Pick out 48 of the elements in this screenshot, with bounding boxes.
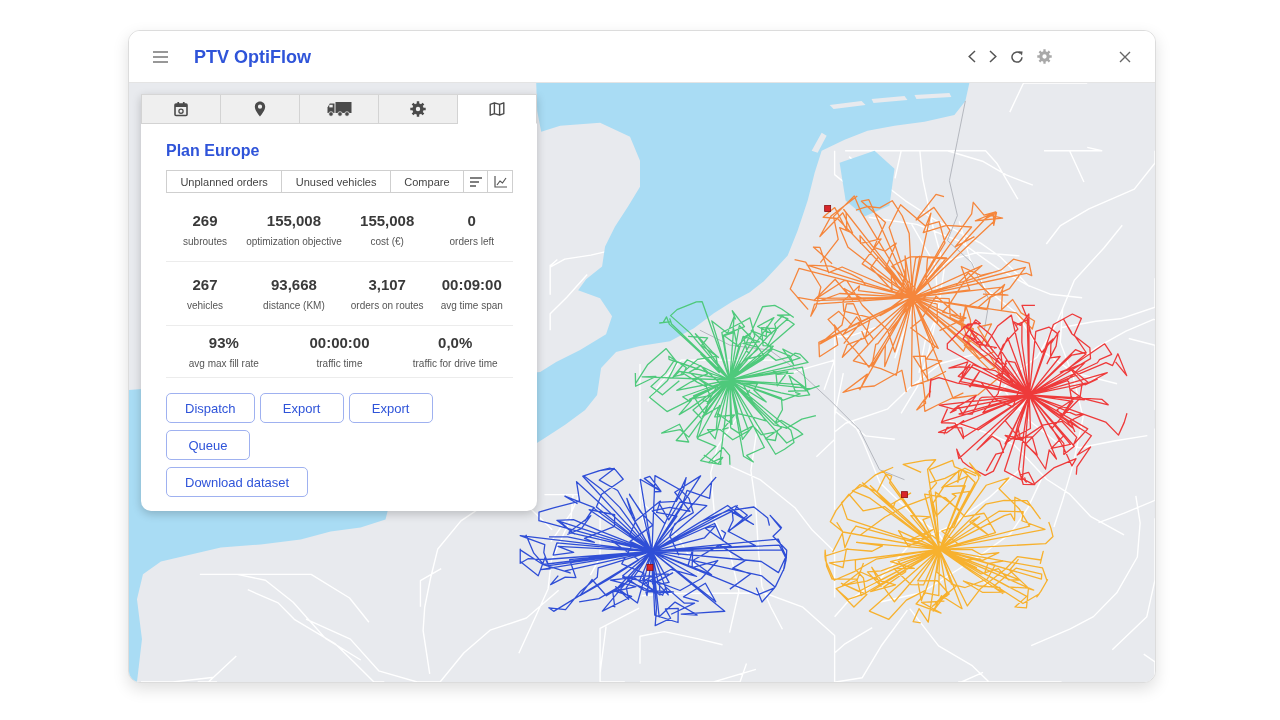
stat-label: orders on routes	[350, 300, 424, 312]
stat-value: 269	[192, 212, 218, 230]
stat-label: optimization objective	[246, 236, 342, 248]
stat-value: 93%	[208, 334, 239, 352]
settings-tab[interactable]	[379, 95, 458, 124]
stat-label: subroutes	[183, 236, 227, 248]
stat-value: 155,008	[360, 212, 415, 230]
stat-label: cost (€)	[370, 236, 404, 248]
action-button[interactable]: Export	[259, 393, 344, 423]
plan-title: Plan Europe	[166, 141, 260, 161]
menu-icon[interactable]	[153, 50, 168, 63]
depot-marker-icon	[901, 491, 908, 498]
stat-value: 267	[192, 276, 218, 294]
action-button[interactable]: Queue	[166, 430, 250, 460]
stat-label: avg max fill rate	[188, 358, 259, 370]
chevron-left-icon[interactable]	[968, 50, 976, 63]
list-icon	[469, 176, 482, 187]
line-chart-icon	[493, 175, 507, 188]
stat-value: 0,0%	[438, 334, 473, 352]
stat-label: vehicles	[186, 300, 224, 312]
app-title: PTV OptiFlow	[194, 45, 311, 68]
stat-value: 0	[467, 212, 476, 230]
calendar-icon	[173, 101, 189, 117]
close-icon[interactable]	[1119, 50, 1131, 63]
settings-icon	[410, 101, 426, 117]
depot-marker-icon	[824, 205, 832, 212]
stat-value: 155,008	[266, 212, 322, 230]
map-pin-tab[interactable]	[221, 95, 300, 124]
refresh-icon[interactable]	[1010, 49, 1024, 64]
truck-tab[interactable]	[300, 95, 379, 124]
map-icon	[489, 101, 505, 117]
action-button[interactable]: Dispatch	[166, 393, 255, 423]
action-button[interactable]: Export	[348, 393, 433, 423]
action-button[interactable]: Download dataset	[166, 467, 309, 497]
stat-value: 00:09:00	[441, 276, 502, 294]
stat-value: 93,668	[271, 276, 317, 294]
stat-label: traffic for drive time	[412, 358, 498, 370]
stat-label: traffic time	[316, 358, 363, 370]
calendar-tab[interactable]	[141, 95, 221, 124]
truck-icon	[326, 101, 352, 117]
depot-marker-icon	[646, 564, 654, 571]
stat-value: 3,107	[368, 276, 406, 294]
stat-label: orders left	[449, 236, 494, 248]
map-pin-icon	[254, 101, 266, 117]
stat-value: 00:00:00	[309, 334, 370, 352]
stat-label: avg time span	[440, 300, 503, 312]
stat-label: distance (KM)	[263, 300, 325, 312]
chevron-right-icon[interactable]	[989, 50, 997, 63]
